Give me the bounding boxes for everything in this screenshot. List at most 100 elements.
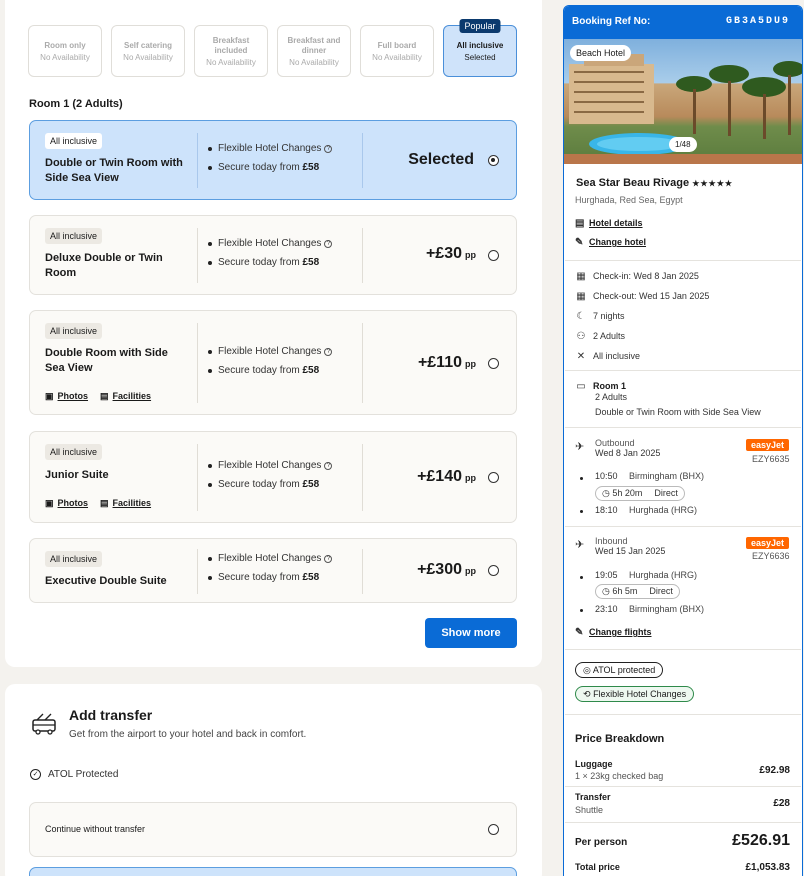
board-status: No Availability: [206, 57, 256, 67]
board-title: Room only: [44, 40, 86, 50]
total-price-value: £1,053.83: [745, 862, 791, 873]
per-person-price: £526.91: [732, 832, 790, 849]
beach-hotel-tag: Beach Hotel: [570, 45, 632, 61]
nights-row: ☾ 7 nights: [575, 311, 625, 322]
change-hotel-link[interactable]: ✎ Change hotel: [575, 237, 646, 248]
room-price: +£30 pp: [426, 245, 476, 263]
moon-icon: ☾: [576, 311, 586, 322]
hotel-location: Hurghada, Red Sea, Egypt: [575, 195, 683, 205]
room-name: Double Room with Side Sea View: [45, 347, 168, 374]
room-features: Flexible Hotel Changes? Secure today from…: [208, 342, 333, 380]
photos-link[interactable]: Photos: [58, 391, 89, 401]
board-half-board[interactable]: Breakfast and dinner No Availability: [277, 25, 351, 77]
change-flights-link[interactable]: ✎ Change flights: [575, 627, 652, 638]
room-option[interactable]: All inclusive Junior Suite ▣ Photos ▤ Facil…: [29, 431, 517, 523]
feature-secure: Secure today from £58: [208, 253, 332, 272]
feature-flexible: Flexible Hotel Changes?: [208, 234, 333, 253]
room-radio[interactable]: [488, 565, 499, 576]
feature-text: Secure today from: [218, 572, 303, 583]
inbound-label: Inbound: [595, 536, 628, 546]
room-features: Flexible Hotel Changes? Secure today from…: [208, 456, 333, 494]
room-guests: 2 Adults: [595, 392, 628, 402]
price-value: +£30: [425, 245, 462, 262]
room-option[interactable]: All inclusive Deluxe Double or Twin Room…: [29, 215, 517, 295]
hotel-image[interactable]: Beach Hotel 1/48: [564, 39, 802, 164]
dep-time: 10:50: [595, 471, 618, 481]
divider: [362, 549, 363, 594]
board-room-only[interactable]: Room only No Availability: [28, 25, 102, 77]
transfer-title: Add transfer: [69, 707, 153, 723]
board-status: No Availability: [289, 57, 339, 67]
inbound-arrival: 23:10 Birmingham (BHX): [595, 604, 704, 614]
outbound-flight-number: EZY6635: [752, 454, 790, 464]
info-icon[interactable]: ?: [324, 240, 333, 248]
board-title: All inclusive: [456, 40, 504, 50]
divider: [362, 444, 363, 511]
room-option[interactable]: All inclusive Double Room with Side Sea …: [29, 310, 517, 415]
people-icon: ⚇: [576, 331, 586, 342]
outbound-date: Wed 8 Jan 2025: [595, 448, 661, 458]
show-more-button[interactable]: Show more: [425, 618, 517, 648]
room-option[interactable]: All inclusive Executive Double Suite Fle…: [29, 538, 517, 603]
transfer-radio[interactable]: [488, 824, 499, 835]
info-icon[interactable]: ?: [324, 555, 333, 563]
dep-airport: Hurghada (HRG): [629, 570, 698, 580]
checkin-text: Check-in: Wed 8 Jan 2025: [593, 271, 699, 281]
feature-flexible: Flexible Hotel Changes?: [208, 549, 333, 568]
document-icon: ▤: [100, 498, 109, 508]
room-name: Double or Twin Room with Side Sea View: [45, 157, 183, 184]
info-icon[interactable]: ?: [324, 462, 333, 470]
info-icon[interactable]: ?: [324, 145, 333, 153]
room-radio[interactable]: [488, 155, 499, 166]
feature-text: Flexible Hotel Changes: [218, 553, 322, 564]
image-icon: ▣: [45, 498, 54, 508]
timeline-dot: [580, 477, 583, 480]
hotel-details-link[interactable]: ▤ Hotel details: [575, 218, 643, 229]
board-status: No Availability: [40, 52, 90, 62]
feature-amount: £58: [302, 572, 320, 583]
clock-icon: ◷: [602, 488, 610, 498]
feature-text: Secure today from: [218, 257, 303, 268]
room-name: Executive Double Suite: [45, 575, 167, 587]
feature-text: Flexible Hotel Changes: [218, 460, 322, 471]
checkin-row: ▦ Check-in: Wed 8 Jan 2025: [575, 271, 699, 282]
refresh-icon: ⟲: [583, 689, 591, 699]
room-features: Flexible Hotel Changes? Secure today from…: [208, 139, 333, 177]
hotel-name-text: Sea Star Beau Rivage: [576, 177, 690, 189]
board-breakfast[interactable]: Breakfast included No Availability: [194, 25, 268, 77]
inbound-flight-number: EZY6636: [752, 551, 790, 561]
photos-link[interactable]: Photos: [58, 498, 89, 508]
room-title: Room 1: [593, 381, 627, 391]
board-badge: All inclusive: [45, 444, 103, 460]
room-option[interactable]: All inclusive Double or Twin Room with S…: [29, 120, 517, 200]
outbound-label: Outbound: [595, 438, 635, 448]
transfer-option-selected[interactable]: [29, 867, 517, 876]
feature-text: Secure today from: [218, 479, 303, 490]
feature-secure: Secure today from £58: [208, 475, 332, 494]
check-circle-icon: ✓: [30, 769, 41, 780]
atol-pill: ◎ ATOL protected: [575, 662, 664, 678]
feature-text: Secure today from: [218, 162, 303, 173]
booking-header: Booking Ref No: GB3A5DU9: [564, 6, 802, 39]
board-self-catering[interactable]: Self catering No Availability: [111, 25, 185, 77]
room-radio[interactable]: [488, 472, 499, 483]
room-summary: ▭ Room 1: [575, 381, 626, 392]
facilities-link[interactable]: Facilities: [113, 498, 152, 508]
booking-ref-number: GB3A5DU9: [725, 16, 790, 27]
facilities-link[interactable]: Facilities: [113, 391, 152, 401]
room-links: ▣ Photos ▤ Facilities: [45, 391, 163, 402]
document-icon: ▤: [575, 218, 585, 229]
popular-badge: Popular: [459, 19, 501, 33]
per-person-label: Per person: [575, 837, 628, 848]
price-unit: pp: [465, 250, 476, 260]
transfer-option-none[interactable]: Continue without transfer: [29, 802, 517, 857]
board-full-board[interactable]: Full board No Availability: [360, 25, 434, 77]
inbound-departure: 19:05 Hurghada (HRG): [595, 570, 697, 580]
info-icon[interactable]: ?: [324, 348, 333, 356]
room-radio[interactable]: [488, 358, 499, 369]
hotel-details-text: Hotel details: [589, 218, 643, 228]
board-all-inclusive[interactable]: Popular All inclusive Selected: [443, 19, 517, 77]
board-status: No Availability: [372, 52, 422, 62]
checkout-row: ▦ Check-out: Wed 15 Jan 2025: [575, 291, 709, 302]
room-radio[interactable]: [488, 250, 499, 261]
